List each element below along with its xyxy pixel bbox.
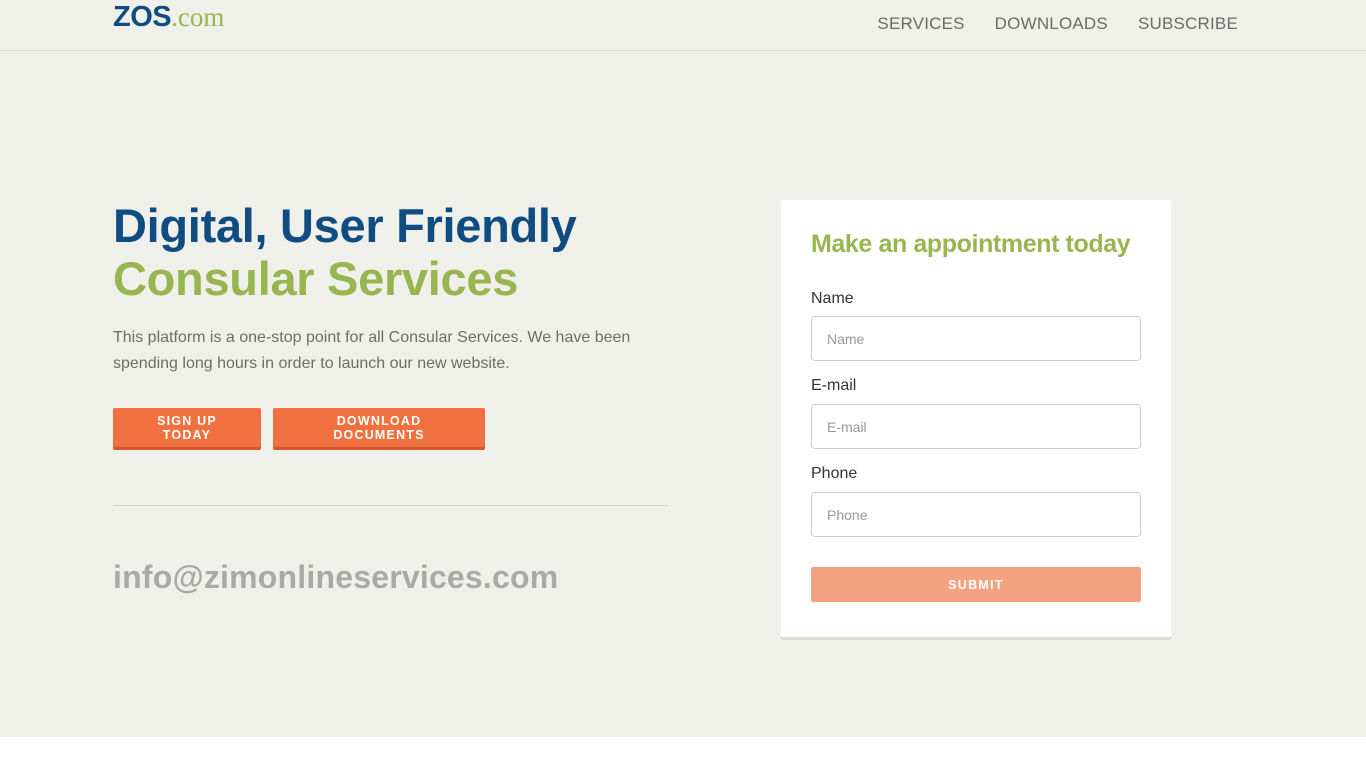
site-logo[interactable]: ZOS .com — [113, 0, 224, 34]
phone-input[interactable] — [811, 492, 1141, 537]
nav-subscribe[interactable]: SUBSCRIBE — [1138, 14, 1238, 34]
nav-services[interactable]: SERVICES — [877, 14, 964, 34]
contact-email[interactable]: info@zimonlineservices.com — [113, 559, 558, 596]
name-input[interactable] — [811, 316, 1141, 361]
logo-primary: ZOS — [113, 1, 172, 33]
appointment-form-card: Make an appointment today Name E-mail Ph… — [781, 200, 1171, 637]
hero-button-row: SIGN UP TODAY DOWNLOAD DOCUMENTS — [113, 408, 485, 447]
appointment-form-title: Make an appointment today — [811, 230, 1131, 258]
hero-lead-text: This platform is a one-stop point for al… — [113, 329, 631, 372]
hero-divider — [113, 505, 668, 506]
hero-section: Digital, User Friendly Consular Services… — [0, 51, 1366, 737]
phone-label: Phone — [811, 465, 858, 482]
download-documents-button[interactable]: DOWNLOAD DOCUMENTS — [273, 408, 485, 447]
site-header: ZOS .com SERVICES DOWNLOADS SUBSCRIBE — [0, 0, 1366, 51]
headline-line-1: Digital, User Friendly — [113, 199, 577, 252]
name-label: Name — [811, 290, 854, 307]
logo-secondary: .com — [171, 2, 225, 32]
nav-downloads[interactable]: DOWNLOADS — [995, 14, 1108, 34]
sign-up-button[interactable]: SIGN UP TODAY — [113, 408, 261, 447]
email-label: E-mail — [811, 377, 857, 394]
main-nav: SERVICES DOWNLOADS SUBSCRIBE — [877, 14, 1238, 34]
headline-line-2: Consular Services — [113, 252, 519, 305]
submit-button[interactable]: SUBMIT — [811, 567, 1141, 602]
email-input[interactable] — [811, 404, 1141, 449]
hero-headline: Digital, User Friendly Consular Services — [113, 199, 577, 305]
